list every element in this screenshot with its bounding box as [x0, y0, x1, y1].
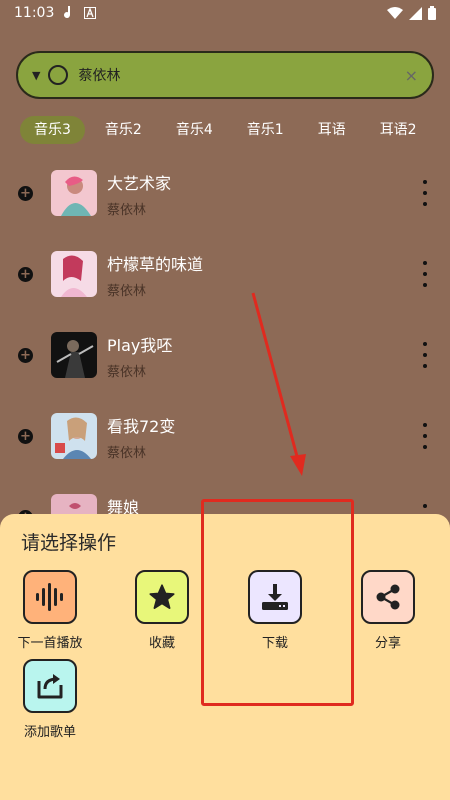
song-artist: 蔡依林 — [107, 446, 147, 461]
add-icon[interactable]: + — [18, 186, 33, 201]
tab-music1[interactable]: 音乐1 — [233, 116, 298, 144]
share-button[interactable] — [361, 570, 415, 624]
tab-whisper2[interactable]: 耳语2 — [366, 116, 431, 144]
tab-music2[interactable]: 音乐2 — [91, 116, 156, 144]
add-to-playlist-button[interactable] — [23, 659, 77, 713]
app-notification-icon — [84, 7, 97, 19]
search-bar[interactable]: ▼ 蔡依林 × — [16, 51, 434, 99]
sheet-title: 请选择操作 — [21, 532, 117, 554]
favorite-button[interactable] — [135, 570, 189, 624]
add-icon[interactable]: + — [18, 429, 33, 444]
action-sheet: 请选择操作 下一首播放 收藏 下载 分享 添加歌单 — [0, 514, 450, 800]
download-button[interactable] — [248, 570, 302, 624]
action-favorite[interactable]: 收藏 — [117, 570, 207, 651]
add-to-playlist-icon — [37, 674, 63, 699]
list-item[interactable]: + 柠檬草的味道 蔡依林 — [0, 241, 450, 322]
album-cover — [51, 251, 97, 297]
search-input[interactable]: 蔡依林 — [78, 65, 404, 85]
status-bar: 11:03 — [0, 0, 450, 26]
song-list: + 大艺术家 蔡依林 + 柠檬草的味道 蔡依林 + Play我呸 蔡依林 + 看… — [0, 160, 450, 565]
category-tabs: 音乐3 音乐2 音乐4 音乐1 耳语 耳语2 — [0, 114, 450, 146]
status-time: 11:03 — [14, 5, 55, 21]
list-item[interactable]: + 看我72变 蔡依林 — [0, 403, 450, 484]
more-options-icon[interactable] — [420, 342, 430, 368]
action-label: 分享 — [374, 636, 401, 651]
battery-icon — [428, 6, 436, 20]
signal-icon — [409, 6, 422, 20]
waveform-icon — [36, 583, 63, 611]
wifi-icon — [387, 7, 403, 19]
more-options-icon[interactable] — [420, 423, 430, 449]
music-note-icon — [64, 6, 74, 20]
tab-music3[interactable]: 音乐3 — [20, 116, 85, 144]
tab-music4[interactable]: 音乐4 — [162, 116, 227, 144]
search-circle-icon — [48, 65, 69, 85]
album-cover — [51, 170, 97, 216]
action-label: 下一首播放 — [17, 636, 83, 651]
action-label: 收藏 — [148, 636, 175, 651]
dropdown-caret-icon[interactable]: ▼ — [32, 69, 40, 82]
list-item[interactable]: + Play我呸 蔡依林 — [0, 322, 450, 403]
list-item[interactable]: + 大艺术家 蔡依林 — [0, 160, 450, 241]
song-title: 柠檬草的味道 — [107, 255, 204, 274]
share-icon — [376, 584, 400, 610]
action-share[interactable]: 分享 — [343, 570, 433, 651]
album-cover — [51, 413, 97, 459]
download-icon — [262, 584, 288, 610]
more-options-icon[interactable] — [420, 180, 430, 206]
add-icon[interactable]: + — [18, 348, 33, 363]
action-label: 下载 — [261, 636, 288, 651]
play-next-button[interactable] — [23, 570, 77, 624]
song-title: 看我72变 — [107, 417, 176, 436]
more-options-icon[interactable] — [420, 261, 430, 287]
song-title: Play我呸 — [107, 336, 173, 355]
action-download[interactable]: 下载 — [230, 570, 320, 651]
album-cover — [51, 332, 97, 378]
action-play-next[interactable]: 下一首播放 — [5, 570, 95, 651]
clear-icon[interactable]: × — [405, 66, 418, 85]
tab-whisper[interactable]: 耳语 — [304, 116, 360, 144]
song-artist: 蔡依林 — [107, 203, 147, 218]
action-label: 添加歌单 — [23, 725, 76, 740]
song-artist: 蔡依林 — [107, 365, 147, 380]
song-artist: 蔡依林 — [107, 284, 147, 299]
song-title: 大艺术家 — [107, 174, 172, 193]
action-add-to-playlist[interactable]: 添加歌单 — [5, 659, 95, 740]
add-icon[interactable]: + — [18, 267, 33, 282]
star-icon — [149, 584, 175, 609]
